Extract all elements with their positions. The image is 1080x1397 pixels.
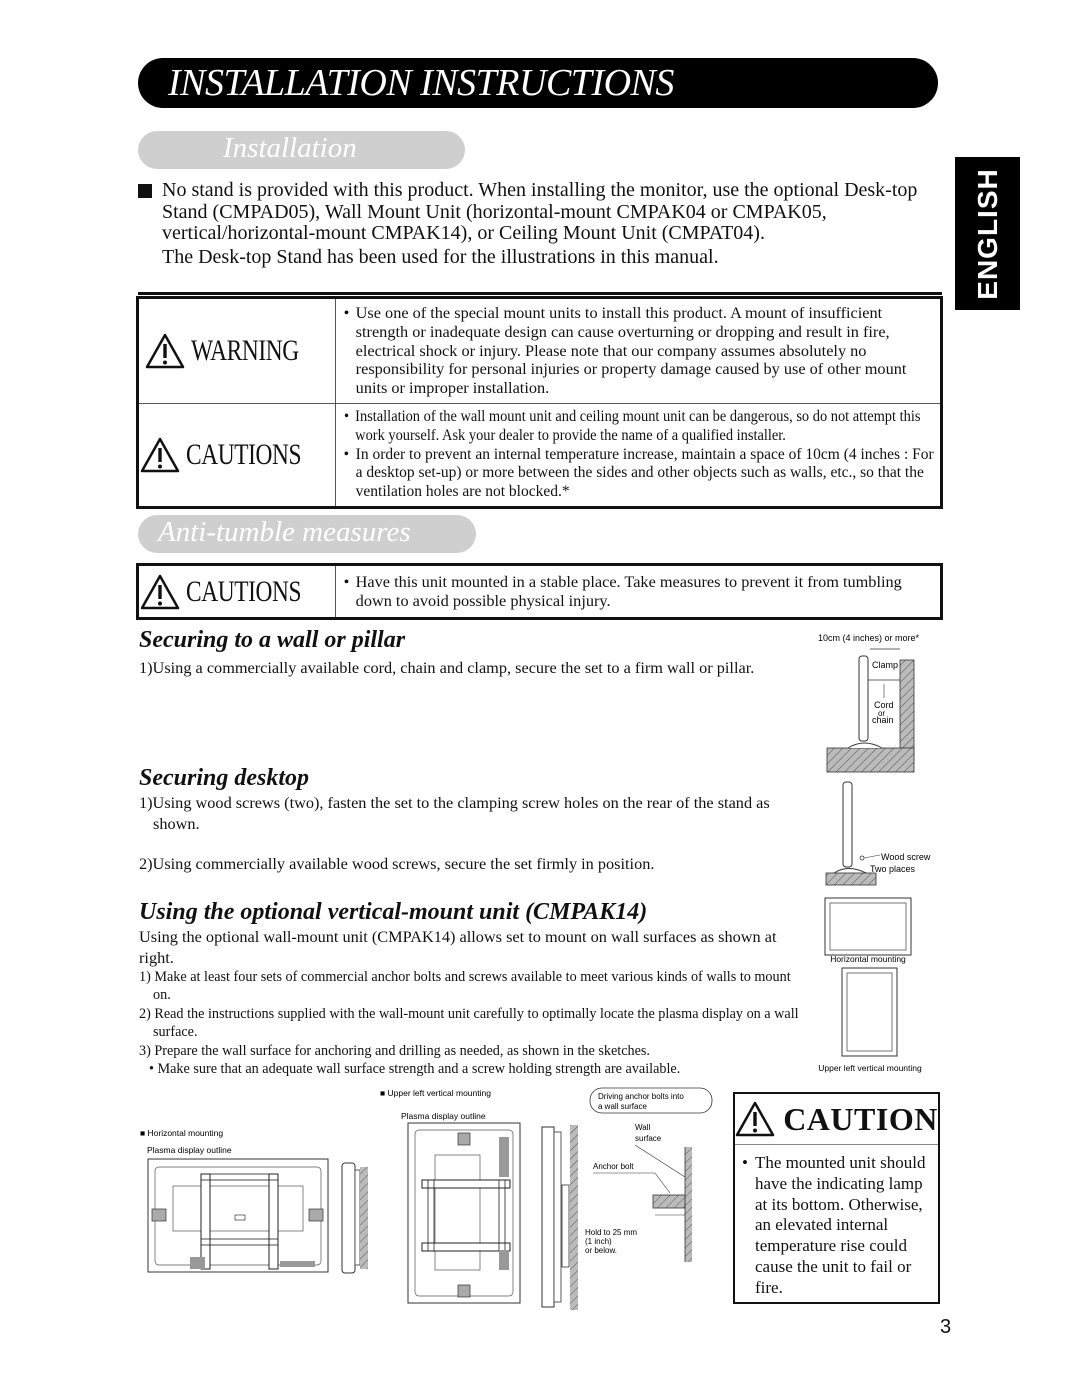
caution-text: The mounted unit should have the indicat… bbox=[735, 1145, 938, 1299]
square-bullet-icon bbox=[138, 184, 152, 198]
step: 1) Make at least four sets of commercial… bbox=[139, 969, 791, 1004]
cautions-label: CAUTIONS bbox=[186, 437, 302, 471]
cautions-row: CAUTIONS Have this unit mounted in a sta… bbox=[137, 564, 943, 619]
outline-label: Plasma display outline bbox=[401, 1111, 486, 1121]
stand-base bbox=[847, 742, 883, 749]
anchor-bolt-drawing: Driving anchor bolts into a wall surface… bbox=[585, 1087, 713, 1262]
notice-table: WARNING Use one of the special mount uni… bbox=[136, 296, 943, 509]
monitor-side bbox=[842, 781, 853, 868]
hold-label: Hold to 25 mm bbox=[585, 1228, 637, 1237]
intro-note: The Desk-top Stand has been used for the… bbox=[162, 245, 719, 268]
horizontal-mount-drawing bbox=[147, 1158, 329, 1273]
page-title: INSTALLATION INSTRUCTIONS bbox=[168, 62, 674, 104]
section-heading-text: Installation bbox=[223, 132, 357, 164]
outline-label: Plasma display outline bbox=[147, 1145, 232, 1155]
installation-intro: No stand is provided with this product. … bbox=[138, 179, 928, 268]
wall-pillar-steps: 1)Using a commercially available cord, c… bbox=[139, 658, 799, 679]
warning-triangle-icon bbox=[145, 333, 184, 369]
divider bbox=[138, 292, 942, 295]
screw-label: Wood screw bbox=[881, 852, 931, 862]
warning-label-cell: WARNING bbox=[137, 297, 336, 404]
floor-hatch bbox=[826, 747, 915, 773]
callout-text: a wall surface bbox=[598, 1102, 647, 1111]
vertical-thumb bbox=[841, 967, 898, 1057]
mounting-diagrams: ■ Horizontal mounting Plasma display out… bbox=[140, 1087, 713, 1310]
cautions-item: In order to prevent an internal temperat… bbox=[344, 446, 934, 502]
callout-text: Driving anchor bolts into bbox=[598, 1092, 684, 1101]
language-tab: ENGLISH bbox=[955, 157, 1020, 310]
warning-text-cell: Use one of the special mount units to in… bbox=[334, 297, 943, 404]
clamp-label: Clamp bbox=[872, 660, 898, 670]
warning-triangle-icon bbox=[735, 1101, 775, 1137]
subheading-wall-pillar: Securing to a wall or pillar bbox=[139, 627, 406, 653]
intro-paragraph: No stand is provided with this product. … bbox=[162, 179, 918, 244]
vertical-mount-steps: 1) Make at least four sets of commercial… bbox=[139, 968, 809, 1078]
hold-label: or below. bbox=[585, 1246, 617, 1255]
cautions-row: CAUTIONS Installation of the wall mount … bbox=[137, 403, 943, 508]
monitor-side bbox=[858, 655, 869, 742]
wall-label: Wall bbox=[635, 1123, 650, 1132]
cautions-text-cell: Have this unit mounted in a stable place… bbox=[334, 564, 943, 619]
language-tab-label: ENGLISH bbox=[971, 167, 1003, 300]
places-label: Two places bbox=[870, 864, 916, 874]
caution-label: CAUTION bbox=[783, 1100, 938, 1137]
hold-label: (1 inch) bbox=[585, 1237, 612, 1246]
screw-icon bbox=[859, 855, 865, 861]
subheading-vertical-mount: Using the optional vertical-mount unit (… bbox=[139, 899, 648, 925]
horizontal-thumb bbox=[824, 897, 912, 956]
section-heading-text: Anti-tumble measures bbox=[158, 516, 411, 548]
stand-base bbox=[833, 868, 867, 874]
wall-pillar-figure: 10cm (4 inches) or more* Clamp Cord or c… bbox=[818, 633, 920, 773]
desk-hatch bbox=[825, 872, 877, 886]
page-title-bar: INSTALLATION INSTRUCTIONS bbox=[138, 58, 938, 108]
sub-bullet: • Make sure that an adequate wall surfac… bbox=[149, 1061, 681, 1078]
warning-triangle-icon bbox=[140, 437, 180, 473]
step: 3) Prepare the wall surface for anchorin… bbox=[139, 1042, 650, 1059]
mounting-orientation-figure: Horizontal mounting Upper left vertical … bbox=[818, 897, 922, 1073]
warning-item: Use one of the special mount units to in… bbox=[344, 303, 934, 398]
desktop-steps: 1)Using wood screws (two), fasten the se… bbox=[139, 793, 809, 875]
warning-label: WARNING bbox=[190, 334, 299, 367]
cautions-label: CAUTIONS bbox=[186, 574, 302, 608]
wall-label: surface bbox=[635, 1134, 662, 1143]
step: 2) Read the instructions supplied with t… bbox=[139, 1005, 799, 1041]
vertical-mount-intro: Using the optional wall-mount unit (CMPA… bbox=[139, 927, 777, 967]
caution-box: CAUTION The mounted unit should have the… bbox=[733, 1092, 940, 1304]
step: 2)Using commercially available wood scre… bbox=[139, 854, 655, 873]
caution-header: CAUTION bbox=[735, 1094, 938, 1145]
cautions-item: Have this unit mounted in a stable place… bbox=[344, 572, 934, 611]
anti-tumble-caution-table: CAUTIONS Have this unit mounted in a sta… bbox=[136, 563, 943, 620]
vertical-label: Upper left vertical mounting bbox=[818, 1063, 922, 1073]
section-heading-installation: Installation bbox=[138, 131, 465, 169]
distance-label: 10cm (4 inches) or more* bbox=[818, 633, 920, 643]
section-heading-anti-tumble: Anti-tumble measures bbox=[138, 515, 476, 553]
desktop-figure: Wood screw Two places bbox=[825, 781, 931, 886]
step: 1)Using a commercially available cord, c… bbox=[139, 658, 755, 677]
vertical-section-label: ■ Upper left vertical mounting bbox=[380, 1088, 491, 1098]
cautions-label-cell: CAUTIONS bbox=[137, 403, 336, 508]
anchor-bolt-label: Anchor bolt bbox=[593, 1162, 634, 1171]
cautions-text-cell: Installation of the wall mount unit and … bbox=[334, 403, 943, 508]
subheading-desktop: Securing desktop bbox=[139, 765, 310, 791]
horizontal-label: Horizontal mounting bbox=[830, 954, 906, 964]
horizontal-side-drawing bbox=[341, 1162, 368, 1274]
horizontal-section-label: ■ Horizontal mounting bbox=[140, 1128, 223, 1138]
cautions-label-cell: CAUTIONS bbox=[137, 564, 336, 619]
wall-hatch bbox=[899, 659, 915, 761]
page-number: 3 bbox=[940, 1316, 952, 1338]
cord-label: chain bbox=[872, 715, 894, 725]
vertical-mount-drawing bbox=[407, 1122, 521, 1304]
step: 1)Using wood screws (two), fasten the se… bbox=[139, 793, 770, 833]
warning-row: WARNING Use one of the special mount uni… bbox=[137, 297, 943, 404]
vertical-side-drawing bbox=[541, 1125, 578, 1310]
cautions-item: Installation of the wall mount unit and … bbox=[344, 408, 948, 446]
warning-triangle-icon bbox=[140, 574, 180, 609]
